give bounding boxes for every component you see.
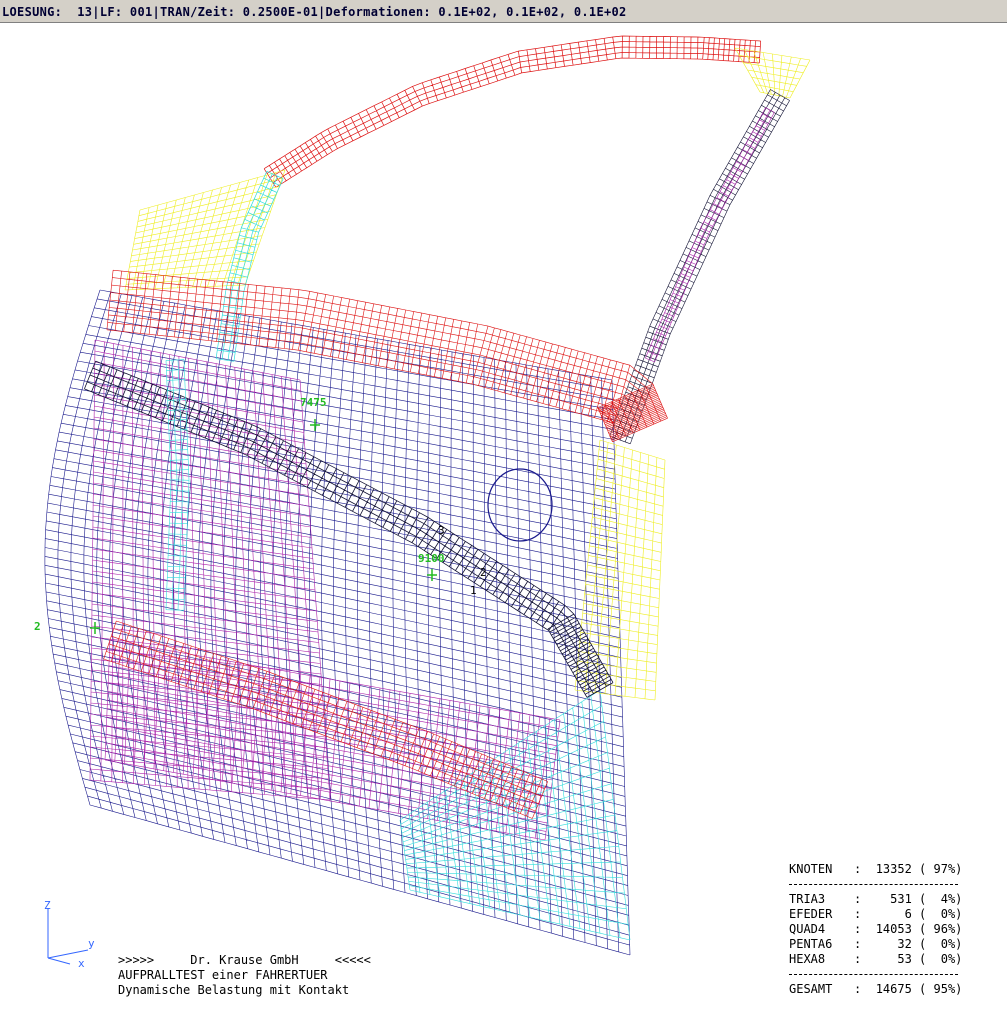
node-label-2: 2 (34, 620, 41, 633)
axis-x-label: x (78, 957, 85, 970)
axis-y-label: y (88, 937, 95, 950)
node-marker (427, 569, 437, 581)
stat-hexa8: HEXA8 : 53 ( 0%) (789, 952, 963, 966)
stat-knoten: KNOTEN : 13352 ( 97%) (789, 862, 963, 876)
stat-penta6: PENTA6 : 32 ( 0%) (789, 937, 963, 951)
stat-quad4: QUAD4 : 14053 ( 96%) (789, 922, 963, 936)
hinge-side-mesh (574, 439, 666, 701)
stat-gesamt: GESAMT : 14675 ( 95%) (789, 982, 963, 996)
marker-3: 3 (438, 524, 445, 537)
solution-info: LOESUNG: 13|LF: 001|TRAN/Zeit: 0.2500E-0… (2, 5, 627, 19)
coordinate-axes-icon: Z y x (40, 898, 100, 970)
stat-efeder: EFEDER : 6 ( 0%) (789, 907, 963, 921)
test-subtitle: Dynamische Belastung mit Kontakt (118, 983, 350, 997)
a-pillar-mesh (124, 169, 286, 291)
stat-tria3: TRIA3 : 531 ( 4%) (789, 892, 963, 906)
axis-z-label: Z (44, 899, 51, 912)
marker-2: 2 (480, 566, 487, 579)
node-label-9100: 9100 (418, 552, 445, 565)
status-bar: LOESUNG: 13|LF: 001|TRAN/Zeit: 0.2500E-0… (0, 0, 1007, 23)
marker-1: 1 (470, 584, 477, 597)
node-label-7475: 7475 (300, 396, 327, 409)
window-frame-top (263, 35, 762, 188)
company-line: >>>>> Dr. Krause GmbH <<<<< (118, 953, 371, 967)
node-marker (310, 419, 320, 431)
mesh-statistics: KNOTEN : 13352 ( 97%) TRIA3 : 531 ( 4%) … (789, 862, 962, 997)
stat-separator (789, 967, 962, 982)
stat-separator (789, 877, 962, 892)
test-title: AUFPRALLTEST einer FAHRERTUER (118, 968, 328, 982)
